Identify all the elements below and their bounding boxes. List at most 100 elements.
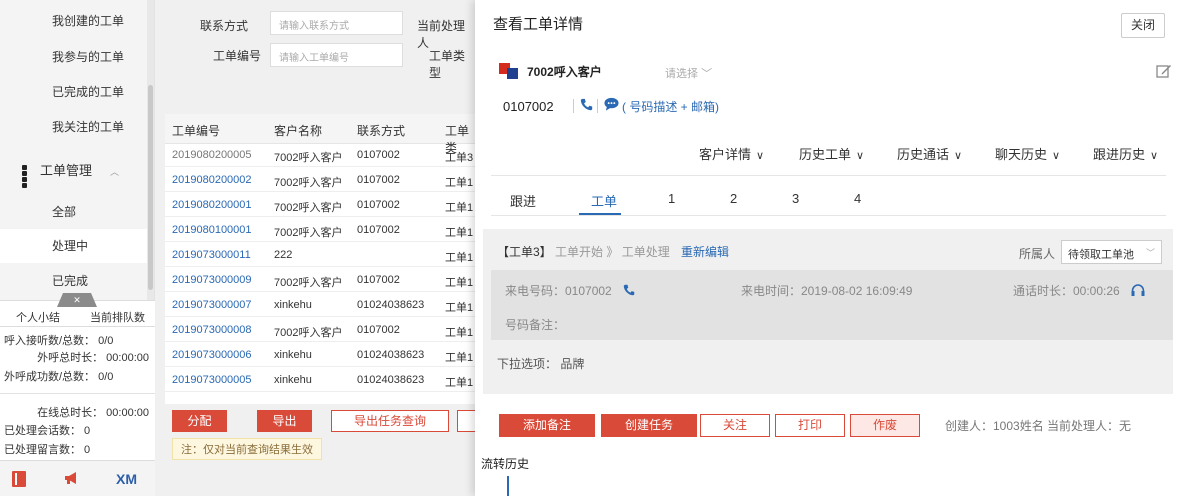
tab-4[interactable]: 4 [854, 191, 861, 206]
sidebar-item-created[interactable]: 我创建的工单 [0, 4, 148, 38]
sidebar: 我创建的工单 我参与的工单 已完成的工单 我关注的工单 工单管理 ︿ 全部 处理中… [0, 0, 155, 496]
edit-icon[interactable] [1156, 63, 1172, 79]
cell-contact: 01024038623 [357, 349, 425, 361]
customer-select[interactable]: 请选择 ﹀ [665, 65, 712, 81]
sidebar-scrollbar[interactable] [147, 0, 154, 300]
collapse-toggle[interactable]: ✕ [57, 293, 97, 307]
void-button[interactable]: 作废 [850, 414, 920, 437]
follow-button[interactable]: 关注 [700, 414, 770, 437]
cell-order-no[interactable]: 2019073000011 [172, 249, 251, 261]
call-info: 来电号码：0107002 来电时间：2019-08-02 16:09:49 通话… [491, 270, 1173, 340]
divider [491, 215, 1166, 216]
cell-order-no[interactable]: 2019073000006 [172, 349, 252, 361]
call-duration: 通话时长：00:00:26 [1013, 282, 1145, 299]
table-row[interactable]: 2019080200002 7002呼入客户 0107002 工单1 [165, 169, 475, 192]
cell-contact: 0107002 [357, 224, 400, 236]
sidebar-item-completed-orders[interactable]: 已完成的工单 [0, 75, 148, 109]
order-table: 工单编号 客户名称 联系方式 工单类 2019080200005 7002呼入客户… [165, 114, 475, 404]
search-form: 联系方式 请输入联系方式 当前处理人 工单编号 请输入工单编号 工单类型 [155, 0, 475, 110]
call-number: 来电号码：0107002 [505, 282, 635, 299]
divider [0, 393, 155, 394]
sidebar-item-participated[interactable]: 我参与的工单 [0, 40, 148, 74]
phone-icon[interactable] [623, 284, 635, 299]
sidebar-item-all[interactable]: 全部 [0, 195, 148, 229]
cell-contact: 0107002 [357, 149, 400, 161]
stats-tabs: 个人小结 当前排队数 [0, 307, 155, 327]
add-remark-button[interactable]: 添加备注 [499, 414, 595, 437]
cell-order-no[interactable]: 2019073000009 [172, 274, 252, 286]
cell-order-no[interactable]: 2019073000007 [172, 299, 252, 311]
tab-1[interactable]: 1 [668, 191, 675, 206]
export-query-button[interactable]: 导出任务查询 [331, 410, 449, 432]
table-row[interactable]: 2019073000006 xinkehu 01024038623 工单1 [165, 344, 475, 367]
sidebar-item-processing[interactable]: 处理中 [0, 229, 148, 263]
order-flow: 工单开始 》 工单处理 [555, 245, 670, 259]
tab-followup-history[interactable]: 跟进历史 ∨ [1093, 144, 1158, 163]
table-row[interactable]: 2019080100001 7002呼入客户 0107002 工单1 [165, 219, 475, 242]
order-type-label: 工单类型 [429, 49, 466, 80]
phone-icon[interactable] [580, 98, 593, 114]
close-button[interactable]: 关闭 [1121, 13, 1165, 38]
sidebar-group-order-management[interactable]: 工单管理 ︿ [0, 154, 148, 188]
chevron-down-icon: ∨ [954, 150, 963, 162]
tab-queue-count[interactable]: 当前排队数 [90, 309, 145, 325]
tab-3[interactable]: 3 [792, 191, 799, 206]
cell-order-no[interactable]: 2019080100001 [172, 224, 252, 236]
sidebar-item-followed[interactable]: 我关注的工单 [0, 110, 148, 144]
cell-order-no[interactable]: 2019073000005 [172, 374, 252, 386]
table-row[interactable]: 2019073000008 7002呼入客户 0107002 工单1 [165, 319, 475, 342]
contact-input[interactable]: 请输入联系方式 [270, 11, 403, 35]
number-description-link[interactable]: ( 号码描述 + 邮箱) [622, 98, 719, 115]
th-customer: 客户名称 [274, 124, 323, 138]
cell-contact: 01024038623 [357, 374, 425, 386]
print-button[interactable]: 打印 [775, 414, 845, 437]
table-row[interactable]: 2019073000007 xinkehu 01024038623 工单1 [165, 294, 475, 317]
stat-online-duration: 在线总时长： 00:00:00 [37, 407, 149, 419]
cell-contact: 0107002 [357, 174, 400, 186]
tab-followup[interactable]: 跟进 [510, 191, 536, 210]
re-edit-link[interactable]: 重新编辑 [681, 245, 729, 259]
chat-icon[interactable] [604, 97, 619, 114]
table-row[interactable]: 2019073000009 7002呼入客户 0107002 工单1 [165, 269, 475, 292]
order-tag: 【工单3】 [497, 245, 552, 259]
assign-button[interactable]: 分配 [172, 410, 227, 432]
export-button[interactable]: 导出 [257, 410, 312, 432]
cell-order-no[interactable]: 2019073000008 [172, 324, 252, 336]
owner-select[interactable]: 待领取工单池 ﹀ [1061, 240, 1162, 264]
cell-order-no[interactable]: 2019080200001 [172, 199, 252, 211]
tab-history-calls[interactable]: 历史通话 ∨ [897, 144, 962, 163]
cell-order-no[interactable]: 2019080200005 [172, 149, 252, 161]
megaphone-icon[interactable] [64, 471, 80, 485]
cell-type: 工单1 [445, 177, 474, 189]
order-no-input[interactable]: 请输入工单编号 [270, 43, 403, 67]
table-row[interactable]: 2019080200005 7002呼入客户 0107002 工单3 [165, 144, 475, 167]
tab-customer-detail[interactable]: 客户详情 ∨ [699, 144, 764, 163]
tab-chat-history[interactable]: 聊天历史 ∨ [995, 144, 1060, 163]
create-task-button[interactable]: 创建任务 [601, 414, 697, 437]
cell-order-no[interactable]: 2019080200002 [172, 174, 252, 186]
contact-label: 联系方式 [200, 19, 249, 33]
scrollbar-thumb[interactable] [148, 85, 153, 290]
dropdown-option: 下拉选项： 品牌 [497, 357, 585, 371]
cell-contact: 0107002 [357, 199, 400, 211]
tab-personal-summary[interactable]: 个人小结 [16, 309, 60, 325]
table-row[interactable]: 2019073000005 xinkehu 01024038623 工单1 [165, 369, 475, 392]
xm-logo-icon[interactable]: XM [116, 471, 137, 487]
flow-timeline [507, 476, 509, 496]
stat-outbound-success: 外呼成功数/总数： 0/0 [4, 371, 114, 383]
tab-2[interactable]: 2 [730, 191, 737, 206]
table-row[interactable]: 2019073000011 222 工单1 [165, 244, 475, 267]
cell-customer: xinkehu [274, 374, 312, 386]
cell-type: 工单1 [445, 277, 474, 289]
headphones-icon[interactable] [1131, 284, 1145, 299]
table-row[interactable]: 2019080200001 7002呼入客户 0107002 工单1 [165, 194, 475, 217]
creator-info: 创建人：1003姓名 当前处理人：无 [945, 419, 1132, 433]
sidebar-item-finished[interactable]: 已完成 [0, 264, 148, 298]
stats-panel: ✕ 个人小结 当前排队数 呼入接听数/总数： 0/0 外呼总时长： 00:00:… [0, 293, 155, 460]
divider [491, 175, 1166, 176]
tab-order[interactable]: 工单 [591, 191, 617, 210]
book-icon[interactable] [12, 471, 26, 487]
cell-type: 工单1 [445, 377, 474, 389]
customer-logo-icon [499, 63, 519, 79]
tab-history-orders[interactable]: 历史工单 ∨ [799, 144, 864, 163]
